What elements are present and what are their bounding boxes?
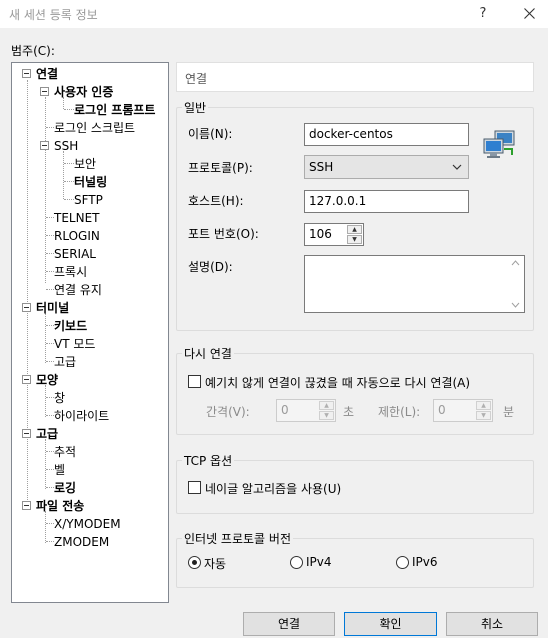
name-label: 이름(N): [188, 127, 233, 141]
tree-item-telnet[interactable]: TELNET [54, 210, 100, 226]
limit-down-button[interactable]: ▼ [476, 411, 491, 420]
tree-item-xymodem[interactable]: X/YMODEM [54, 516, 121, 532]
auto-reconnect-checkbox[interactable] [188, 375, 201, 388]
host-input[interactable]: 127.0.0.1 [304, 190, 469, 213]
category-label: 범주(C): [11, 44, 55, 58]
tcp-options-legend: TCP 옵션 [182, 452, 235, 469]
ip-version-legend: 인터넷 프로토콜 버전 [182, 530, 293, 547]
limit-up-button[interactable]: ▲ [476, 401, 491, 410]
interval-unit: 초 [343, 405, 355, 419]
expand-auth-icon[interactable] [40, 87, 49, 96]
ip-auto-label[interactable]: 자동 [204, 555, 226, 572]
tree-item-security[interactable]: 보안 [74, 156, 96, 172]
close-icon [523, 8, 535, 19]
tree-item-trace[interactable]: 추적 [54, 444, 76, 460]
auto-reconnect-label[interactable]: 예기치 않게 연결이 끊겼을 때 자동으로 다시 연결(A) [205, 374, 470, 391]
reconnect-group [176, 353, 534, 435]
nagle-label[interactable]: 네이글 알고리즘을 사용(U) [205, 480, 341, 497]
description-label: 설명(D): [188, 260, 233, 274]
interval-down-button[interactable]: ▼ [319, 411, 334, 420]
host-label: 호스트(H): [188, 194, 244, 208]
port-value: 106 [309, 227, 332, 241]
tree-item-window[interactable]: 창 [54, 390, 65, 406]
tree-item-connection[interactable]: 연결 [36, 66, 58, 82]
protocol-select[interactable]: SSH [304, 155, 469, 179]
help-button[interactable]: ? [468, 3, 498, 25]
limit-value: 0 [438, 403, 446, 417]
panel-header-title: 연결 [185, 72, 208, 86]
tree-item-keyboard[interactable]: 키보드 [54, 318, 87, 334]
tree-item-terminal[interactable]: 터미널 [36, 300, 69, 316]
tree-item-vt-mode[interactable]: VT 모드 [54, 336, 95, 352]
limit-unit: 분 [503, 405, 515, 419]
protocol-value: SSH [309, 160, 334, 174]
name-input[interactable]: docker-centos [304, 123, 469, 146]
tree-item-advanced[interactable]: 고급 [36, 426, 58, 442]
tree-item-terminal-advanced[interactable]: 고급 [54, 354, 76, 370]
description-textarea[interactable] [304, 255, 525, 313]
tree-item-user-auth[interactable]: 사용자 인증 [54, 84, 113, 100]
port-down-button[interactable]: ▼ [347, 235, 362, 244]
reconnect-legend: 다시 연결 [182, 345, 234, 362]
connect-button[interactable]: 연결 [243, 612, 335, 636]
interval-value: 0 [281, 403, 289, 417]
scroll-up-icon[interactable] [511, 260, 520, 266]
tree-item-rlogin[interactable]: RLOGIN [54, 228, 100, 244]
tree-item-file-transfer[interactable]: 파일 전송 [36, 498, 84, 514]
expand-advanced-icon[interactable] [22, 429, 31, 438]
interval-up-button[interactable]: ▲ [319, 401, 334, 410]
nagle-checkbox[interactable] [188, 481, 201, 494]
ipv4-label[interactable]: IPv4 [306, 555, 332, 569]
window-title: 새 세션 등록 정보 [9, 8, 98, 22]
ip-auto-radio[interactable] [188, 556, 201, 569]
network-computers-icon [483, 130, 515, 158]
general-legend: 일반 [182, 99, 209, 116]
tree-item-ssh[interactable]: SSH [54, 138, 78, 154]
tree-item-sftp[interactable]: SFTP [74, 192, 103, 208]
limit-spinner[interactable]: 0 ▲ ▼ [433, 399, 493, 422]
tree-item-zmodem[interactable]: ZMODEM [54, 534, 109, 550]
expand-connection-icon[interactable] [22, 69, 31, 78]
interval-spinner[interactable]: 0 ▲ ▼ [276, 399, 336, 422]
protocol-label: 프로토콜(P): [188, 161, 253, 175]
tree-item-proxy[interactable]: 프록시 [54, 264, 87, 280]
ipv6-radio[interactable] [396, 556, 409, 569]
tree-item-keepalive[interactable]: 연결 유지 [54, 282, 102, 298]
tree-item-logging[interactable]: 로깅 [54, 480, 76, 496]
interval-label: 간격(V): [206, 405, 250, 419]
tree-item-bell[interactable]: 벨 [54, 462, 65, 478]
tree-item-appearance[interactable]: 모양 [36, 372, 58, 388]
expand-ssh-icon[interactable] [40, 141, 49, 150]
tree-item-login-script[interactable]: 로그인 스크립트 [54, 120, 135, 136]
close-button[interactable] [514, 3, 544, 25]
tree-item-tunneling[interactable]: 터널링 [74, 174, 107, 190]
chevron-down-icon [452, 164, 462, 170]
expand-appearance-icon[interactable] [22, 375, 31, 384]
tree-item-serial[interactable]: SERIAL [54, 246, 96, 262]
port-spinner[interactable]: 106 ▲ ▼ [304, 223, 364, 246]
expand-file-transfer-icon[interactable] [22, 501, 31, 510]
ipv4-radio[interactable] [290, 556, 303, 569]
port-label: 포트 번호(O): [188, 227, 259, 241]
scroll-down-icon[interactable] [511, 302, 520, 308]
tree-item-highlight[interactable]: 하이라이트 [54, 408, 109, 424]
port-up-button[interactable]: ▲ [347, 225, 362, 234]
panel-header: 연결 [176, 62, 534, 92]
limit-label: 제한(L): [378, 405, 421, 419]
ipv6-label[interactable]: IPv6 [412, 555, 438, 569]
cancel-button[interactable]: 취소 [446, 612, 538, 636]
category-tree[interactable]: 연결 사용자 인증 로그인 프롬프트 로그인 스크립트 SSH 보안 터널링 S… [11, 62, 169, 603]
ok-button[interactable]: 확인 [344, 612, 437, 636]
description-scrollbar[interactable] [507, 256, 524, 312]
tree-item-login-prompt[interactable]: 로그인 프롬프트 [74, 102, 155, 118]
expand-terminal-icon[interactable] [22, 303, 31, 312]
